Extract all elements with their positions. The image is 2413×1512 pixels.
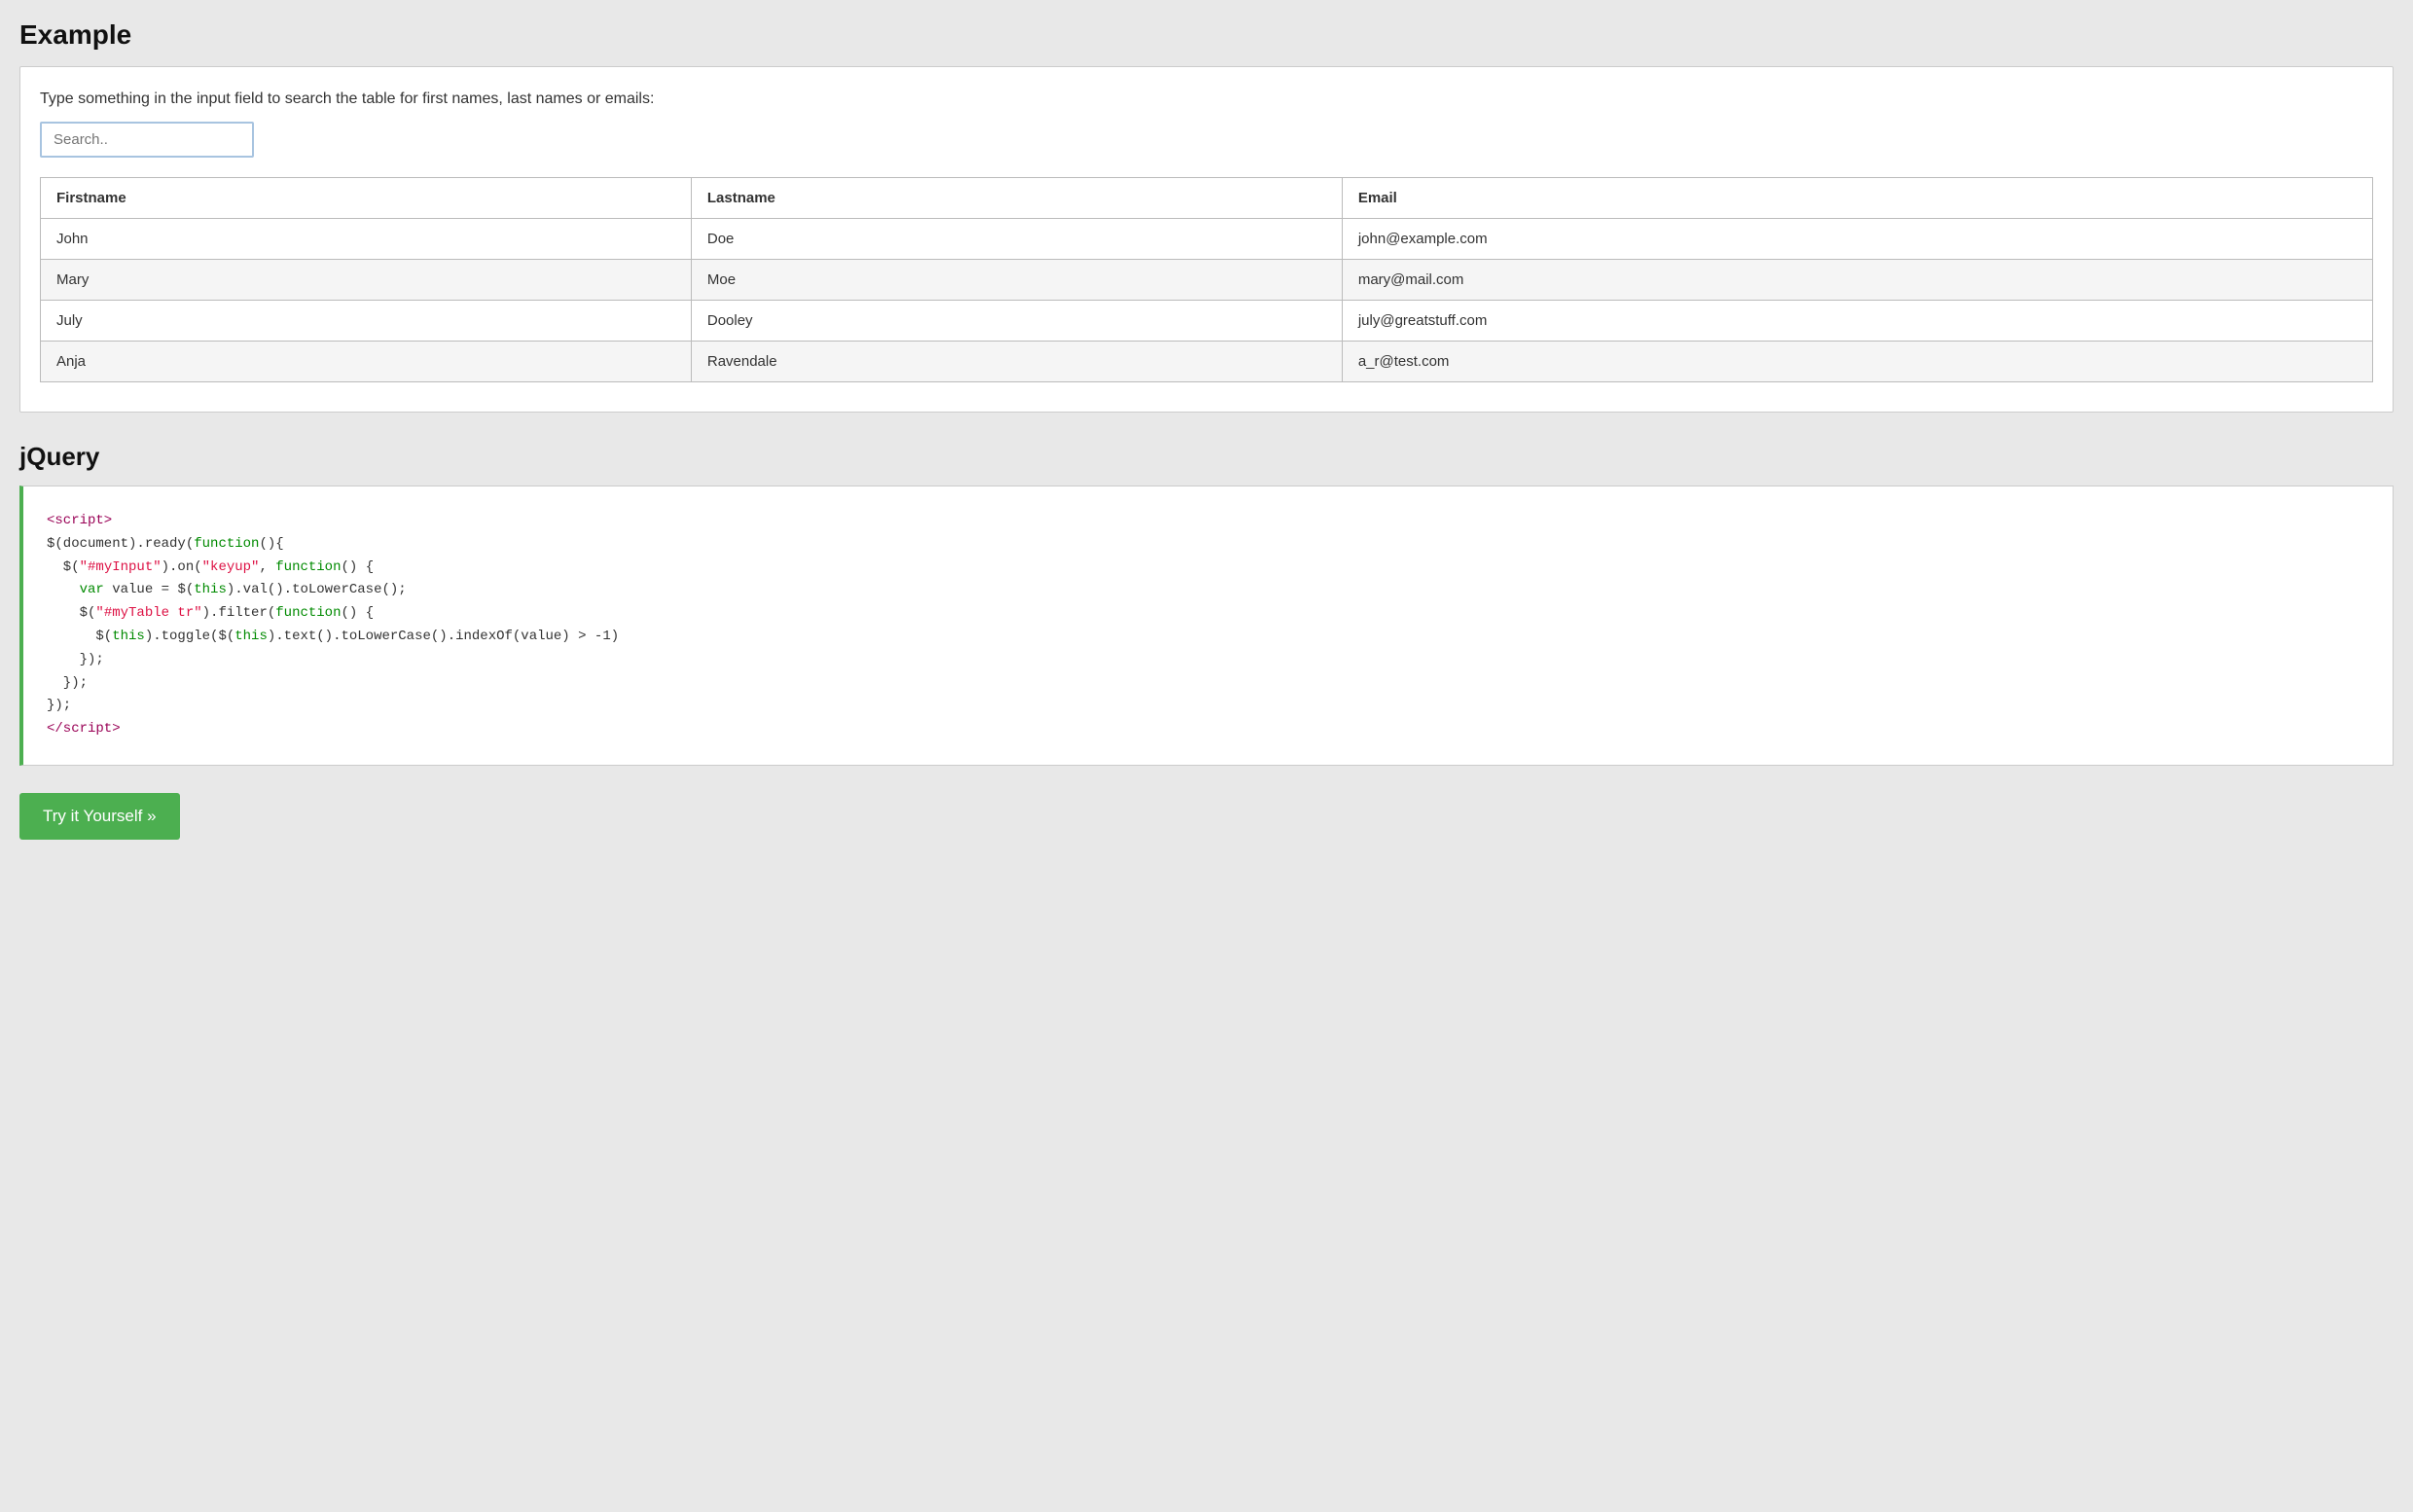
table-cell: Moe xyxy=(691,260,1342,301)
table-cell: july@greatstuff.com xyxy=(1342,301,2372,342)
table-cell: John xyxy=(41,219,692,260)
table-header: Firstname Lastname Email xyxy=(41,178,2373,219)
example-box: Type something in the input field to sea… xyxy=(19,66,2394,413)
table-row: MaryMoemary@mail.com xyxy=(41,260,2373,301)
table-cell: john@example.com xyxy=(1342,219,2372,260)
search-input[interactable] xyxy=(40,122,254,158)
table-row: JohnDoejohn@example.com xyxy=(41,219,2373,260)
code-block: <script> $(document).ready(function(){ $… xyxy=(19,486,2394,766)
table-cell: Mary xyxy=(41,260,692,301)
table-cell: Anja xyxy=(41,342,692,382)
table-cell: a_r@test.com xyxy=(1342,342,2372,382)
try-it-yourself-button[interactable]: Try it Yourself » xyxy=(19,793,180,840)
table-body: JohnDoejohn@example.comMaryMoemary@mail.… xyxy=(41,219,2373,382)
page-wrapper: Example Type something in the input fiel… xyxy=(0,0,2413,879)
table-cell: Ravendale xyxy=(691,342,1342,382)
table-cell: Dooley xyxy=(691,301,1342,342)
col-header-lastname: Lastname xyxy=(691,178,1342,219)
example-title: Example xyxy=(19,19,2394,51)
table-header-row: Firstname Lastname Email xyxy=(41,178,2373,219)
table-row: AnjaRavendalea_r@test.com xyxy=(41,342,2373,382)
table-row: JulyDooleyjuly@greatstuff.com xyxy=(41,301,2373,342)
jquery-title: jQuery xyxy=(19,442,2394,472)
col-header-firstname: Firstname xyxy=(41,178,692,219)
col-header-email: Email xyxy=(1342,178,2372,219)
table-cell: Doe xyxy=(691,219,1342,260)
table-cell: July xyxy=(41,301,692,342)
data-table: Firstname Lastname Email JohnDoejohn@exa… xyxy=(40,177,2373,382)
instruction-text: Type something in the input field to sea… xyxy=(40,90,2373,108)
table-cell: mary@mail.com xyxy=(1342,260,2372,301)
